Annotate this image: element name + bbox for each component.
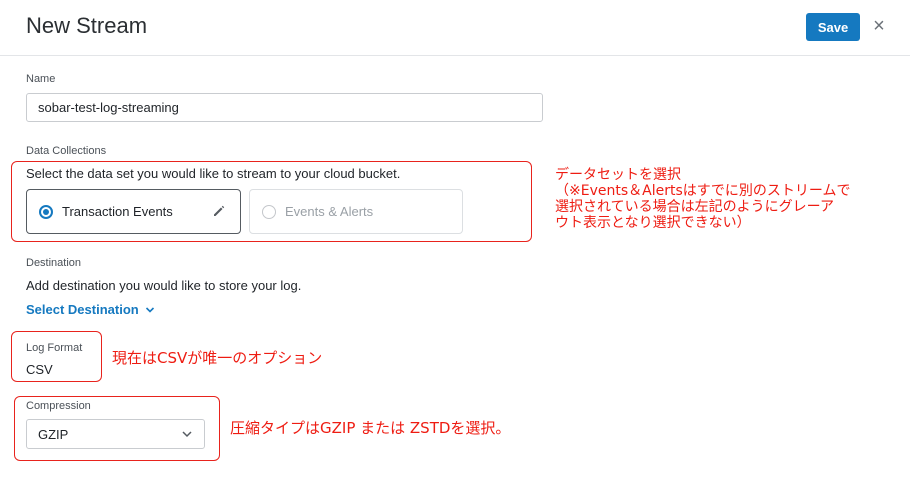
annotation-note-log-format: 現在はCSVが唯一のオプション xyxy=(112,349,323,367)
annotation-line: データセットを選択 xyxy=(555,167,681,183)
data-collections-label: Data Collections xyxy=(26,145,107,157)
annotation-box-data-collections xyxy=(11,161,532,242)
select-destination-label: Select Destination xyxy=(26,302,139,317)
save-button[interactable]: Save xyxy=(806,13,860,41)
name-input[interactable] xyxy=(26,93,543,122)
dialog-header: New Stream Save × xyxy=(0,0,910,56)
annotation-box-log-format xyxy=(11,331,102,382)
close-icon[interactable]: × xyxy=(870,15,888,37)
page-title: New Stream xyxy=(26,13,148,38)
select-destination-link[interactable]: Select Destination xyxy=(26,302,155,317)
name-label: Name xyxy=(26,73,56,85)
annotation-line: 選択されている場合は左記のようにグレーア xyxy=(555,199,835,215)
annotation-line: （※Events＆Alertsはすでに別のストリームで xyxy=(555,183,851,199)
annotation-box-compression xyxy=(14,396,220,461)
annotation-note-compression: 圧縮タイプはGZIP または ZSTDを選択。 xyxy=(230,419,511,437)
annotation-note-dataset: データセットを選択 （※Events＆Alertsはすでに別のストリームで 選択… xyxy=(555,167,850,231)
chevron-down-icon xyxy=(145,306,154,313)
destination-label: Destination xyxy=(26,257,82,269)
annotation-line: ウト表示となり選択できない） xyxy=(555,215,751,231)
destination-description: Add destination you would like to store … xyxy=(26,278,302,293)
